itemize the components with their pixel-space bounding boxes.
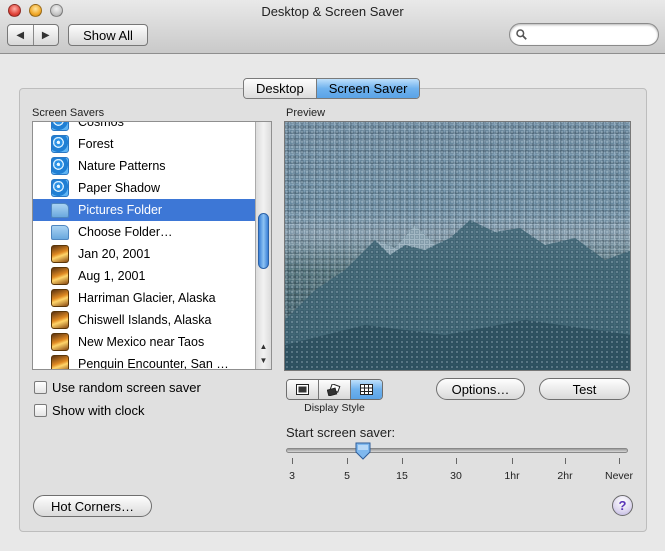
list-item-label: Cosmos xyxy=(78,121,124,129)
slider-tick-label: 5 xyxy=(344,470,350,482)
slider-tick xyxy=(402,458,403,464)
list-item-label: Harriman Glacier, Alaska xyxy=(78,291,216,305)
slider-tick-label: 15 xyxy=(396,470,408,482)
slider-tick xyxy=(512,458,513,464)
slider-tick-label: 2hr xyxy=(557,470,573,482)
screen-saver-module-icon xyxy=(51,135,69,153)
slider-tick xyxy=(347,458,348,464)
forward-button[interactable]: ▶ xyxy=(32,25,59,45)
list-item[interactable]: Forest xyxy=(33,133,255,155)
list-item-label: Paper Shadow xyxy=(78,181,161,195)
list-item[interactable]: Paper Shadow xyxy=(33,177,255,199)
mosaic-icon xyxy=(360,384,373,395)
display-style-control xyxy=(286,379,383,400)
list-item[interactable]: Harriman Glacier, Alaska xyxy=(33,287,255,309)
slider-tick xyxy=(456,458,457,464)
help-button[interactable]: ? xyxy=(612,495,633,516)
hot-corners-button[interactable]: Hot Corners… xyxy=(33,495,152,517)
test-button[interactable]: Test xyxy=(539,378,630,400)
scroll-up-arrow-icon[interactable]: ▲ xyxy=(256,340,271,354)
photo-album-icon xyxy=(51,311,69,329)
list-item-label: Jan 20, 2001 xyxy=(78,247,151,261)
list-item-label: Aug 1, 2001 xyxy=(78,269,146,283)
list-item-label: Penguin Encounter, San … xyxy=(78,357,229,370)
tab-screen-saver[interactable]: Screen Saver xyxy=(315,79,420,98)
screen-saver-list-items: Cosmos Forest Nature Patterns Paper Shad… xyxy=(33,121,255,370)
slider-tick-label: Never xyxy=(604,470,634,482)
folder-icon xyxy=(51,224,69,240)
show-clock-checkbox[interactable] xyxy=(34,404,47,417)
search-input[interactable] xyxy=(530,27,652,42)
screen-saver-module-icon xyxy=(51,122,69,131)
list-item[interactable]: Cosmos xyxy=(33,121,255,133)
list-item-label: Choose Folder… xyxy=(78,225,173,239)
list-item[interactable]: Aug 1, 2001 xyxy=(33,265,255,287)
list-scrollbar[interactable]: ▲ ▼ xyxy=(255,122,271,369)
slider-tick xyxy=(619,458,620,464)
tab-bar: Desktop Screen Saver xyxy=(243,78,421,99)
list-item-label: Chiswell Islands, Alaska xyxy=(78,313,212,327)
options-button[interactable]: Options… xyxy=(436,378,525,400)
start-saver-slider-track[interactable] xyxy=(286,448,628,453)
screen-saver-module-icon xyxy=(51,157,69,175)
list-item-label: Pictures Folder xyxy=(78,203,163,217)
list-item-selected[interactable]: Pictures Folder xyxy=(33,199,255,221)
preview-heading: Preview xyxy=(286,107,326,119)
list-item-label: Nature Patterns xyxy=(78,159,166,173)
random-saver-label: Use random screen saver xyxy=(52,380,201,395)
photo-album-icon xyxy=(51,289,69,307)
display-style-collage[interactable] xyxy=(318,380,350,399)
slider-tick-label: 30 xyxy=(450,470,462,482)
photo-album-icon xyxy=(51,355,69,369)
search-field[interactable] xyxy=(509,23,659,46)
list-item[interactable]: Penguin Encounter, San … xyxy=(33,353,255,370)
list-item[interactable]: New Mexico near Taos xyxy=(33,331,255,353)
random-saver-option[interactable]: Use random screen saver xyxy=(34,380,201,395)
display-style-label: Display Style xyxy=(304,402,365,414)
screen-saver-preview xyxy=(284,121,631,371)
slider-tick xyxy=(565,458,566,464)
list-item[interactable]: Jan 20, 2001 xyxy=(33,243,255,265)
start-saver-ticks xyxy=(286,458,628,466)
photo-album-icon xyxy=(51,267,69,285)
tab-desktop[interactable]: Desktop xyxy=(244,79,316,98)
list-item[interactable]: Nature Patterns xyxy=(33,155,255,177)
list-item[interactable]: Choose Folder… xyxy=(33,221,255,243)
scroll-down-arrow-icon[interactable]: ▼ xyxy=(256,354,271,368)
folder-icon xyxy=(51,202,69,218)
display-style-mosaic[interactable] xyxy=(350,380,382,399)
slider-tick xyxy=(292,458,293,464)
window-title: Desktop & Screen Saver xyxy=(261,4,404,19)
back-forward-control: ◀ ▶ xyxy=(7,24,59,46)
slider-tick-label: 3 xyxy=(289,470,295,482)
screen-saver-list[interactable]: Cosmos Forest Nature Patterns Paper Shad… xyxy=(32,121,272,370)
screen-saver-module-icon xyxy=(51,179,69,197)
back-button[interactable]: ◀ xyxy=(8,25,33,45)
slideshow-icon xyxy=(296,384,309,395)
preview-mosaic-image xyxy=(285,122,630,370)
search-icon xyxy=(516,29,527,40)
list-item-label: Forest xyxy=(78,137,114,151)
photo-album-icon xyxy=(51,245,69,263)
screen-savers-heading: Screen Savers xyxy=(32,107,105,119)
show-all-button[interactable]: Show All xyxy=(68,24,148,46)
display-style-slideshow[interactable] xyxy=(287,380,318,399)
slider-tick-label: 1hr xyxy=(504,470,520,482)
photo-album-icon xyxy=(51,333,69,351)
random-saver-checkbox[interactable] xyxy=(34,381,47,394)
show-clock-label: Show with clock xyxy=(52,403,145,418)
show-clock-option[interactable]: Show with clock xyxy=(34,403,144,418)
window-toolbar: Desktop & Screen Saver ◀ ▶ Show All xyxy=(0,0,665,54)
scrollbar-thumb[interactable] xyxy=(258,213,269,269)
list-item-label: New Mexico near Taos xyxy=(78,335,205,349)
start-saver-label: Start screen saver: xyxy=(286,425,396,440)
list-item[interactable]: Chiswell Islands, Alaska xyxy=(33,309,255,331)
collage-icon xyxy=(327,383,341,396)
